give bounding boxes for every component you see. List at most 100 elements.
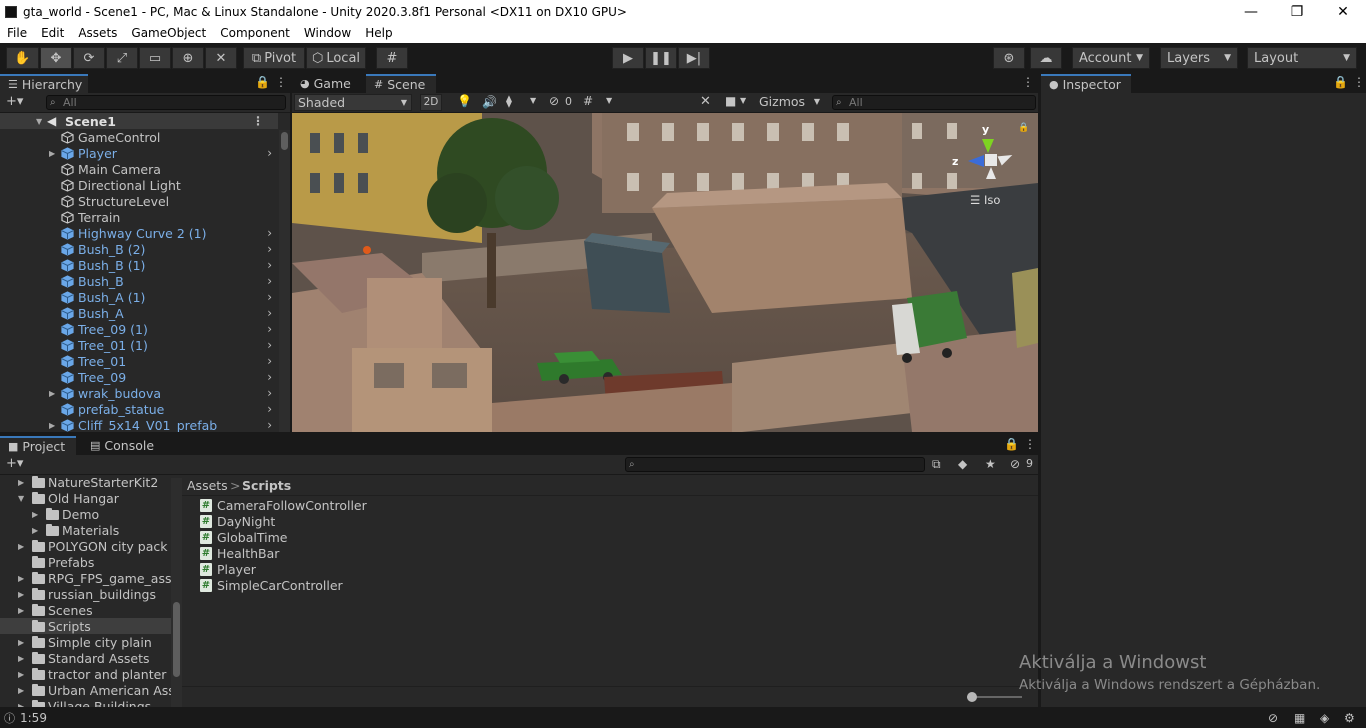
hierarchy-search-input[interactable]: ⌕ All: [46, 95, 286, 110]
kebab-menu-icon[interactable]: ⋮: [275, 75, 287, 89]
tab-project[interactable]: ■ Project: [0, 436, 76, 455]
hierarchy-item[interactable]: Tree_09 (1) ›: [0, 321, 278, 337]
fold-arrow-icon[interactable]: ▶: [18, 654, 24, 663]
chevron-down-icon[interactable]: ▼: [606, 96, 612, 105]
kebab-menu-icon[interactable]: ⋮: [252, 114, 264, 128]
project-folder-item[interactable]: ▶ POLYGON city pack: [0, 538, 171, 554]
kebab-menu-icon[interactable]: ⋮: [1022, 75, 1034, 89]
z-axis-cone[interactable]: [968, 155, 984, 167]
tools-icon[interactable]: ✕: [700, 94, 711, 109]
y-axis-cone[interactable]: [982, 139, 994, 153]
project-folder-item[interactable]: ▶ Materials: [0, 522, 171, 538]
project-folder-item[interactable]: ▼ Old Hangar: [0, 490, 171, 506]
create-plus-icon[interactable]: +▾: [6, 94, 23, 109]
auto-generate-lighting-icon[interactable]: ⊘: [1268, 711, 1278, 725]
project-folder-item[interactable]: ▶ Standard Assets: [0, 650, 171, 666]
gizmo-lock-icon[interactable]: 🔒: [1018, 123, 1029, 133]
fold-arrow-icon[interactable]: ▶: [18, 686, 24, 695]
fold-arrow-icon[interactable]: ▶: [49, 149, 55, 158]
debug-icon[interactable]: ⚙: [1344, 711, 1355, 725]
script-file-item[interactable]: # HealthBar: [200, 545, 279, 561]
chevron-right-icon[interactable]: ›: [267, 146, 272, 160]
audio-icon[interactable]: 🔊: [482, 95, 497, 109]
script-file-item[interactable]: # GlobalTime: [200, 529, 287, 545]
2d-toggle[interactable]: 2D: [420, 94, 442, 111]
menu-edit[interactable]: Edit: [34, 26, 71, 40]
lock-icon[interactable]: 🔒: [255, 75, 270, 89]
hidden-eye-icon[interactable]: ⊘: [549, 94, 559, 108]
hierarchy-item[interactable]: Terrain: [0, 209, 278, 225]
grid-visibility-icon[interactable]: #: [583, 94, 593, 108]
chevron-right-icon[interactable]: ›: [267, 370, 272, 384]
tab-console[interactable]: ▤ Console: [82, 436, 162, 455]
rotate-tool-button[interactable]: ⟳: [73, 47, 105, 69]
script-file-item[interactable]: # DayNight: [200, 513, 275, 529]
kebab-menu-icon[interactable]: ⋮: [1024, 437, 1036, 451]
hierarchy-item[interactable]: Main Camera: [0, 161, 278, 177]
hierarchy-item[interactable]: prefab_statue ›: [0, 401, 278, 417]
shading-dropdown[interactable]: Shaded ▼: [294, 94, 412, 111]
neg-y-axis-cone[interactable]: [986, 167, 996, 179]
hierarchy-item[interactable]: ▶ Cliff_5x14_V01_prefab ›: [0, 417, 278, 433]
lighting-icon[interactable]: 💡: [457, 94, 472, 108]
play-button[interactable]: ▶: [612, 47, 644, 69]
lock-icon[interactable]: 🔒: [1333, 75, 1348, 89]
chevron-right-icon[interactable]: ›: [267, 418, 272, 432]
custom-tool-button[interactable]: ✕: [205, 47, 237, 69]
hierarchy-item[interactable]: StructureLevel: [0, 193, 278, 209]
chevron-right-icon[interactable]: ›: [267, 274, 272, 288]
chevron-right-icon[interactable]: ›: [267, 290, 272, 304]
kebab-menu-icon[interactable]: ⋮: [1353, 75, 1365, 89]
project-folder-item[interactable]: ▶ tractor and planter: [0, 666, 171, 682]
slider-handle[interactable]: [967, 692, 977, 702]
gizmos-dropdown[interactable]: Gizmos ▼: [754, 94, 822, 111]
project-folder-item[interactable]: Prefabs: [0, 554, 171, 570]
hierarchy-item[interactable]: Highway Curve 2 (1) ›: [0, 225, 278, 241]
hierarchy-item[interactable]: Tree_09 ›: [0, 369, 278, 385]
menu-assets[interactable]: Assets: [71, 26, 124, 40]
gizmo-center-cube[interactable]: [985, 154, 997, 166]
cloud-button[interactable]: ☁: [1030, 47, 1062, 69]
hierarchy-item[interactable]: Bush_B ›: [0, 273, 278, 289]
menu-window[interactable]: Window: [297, 26, 358, 40]
tag-icon[interactable]: ◆: [958, 457, 967, 471]
tab-scene[interactable]: # Scene: [366, 74, 436, 93]
fold-arrow-icon[interactable]: ▶: [49, 389, 55, 398]
close-button[interactable]: ✕: [1320, 0, 1366, 23]
chevron-right-icon[interactable]: ›: [267, 242, 272, 256]
local-toggle[interactable]: ⬡ Local: [306, 47, 366, 69]
fold-arrow-icon[interactable]: ▶: [32, 510, 38, 519]
project-folder-item[interactable]: ▶ Scenes: [0, 602, 171, 618]
pause-button[interactable]: ❚❚: [645, 47, 677, 69]
camera-icon[interactable]: ■: [725, 94, 736, 108]
menu-file[interactable]: File: [0, 26, 34, 40]
lock-icon[interactable]: 🔒: [1004, 437, 1019, 451]
chevron-right-icon[interactable]: ›: [267, 306, 272, 320]
hierarchy-item[interactable]: Tree_01 ›: [0, 353, 278, 369]
script-file-item[interactable]: # CameraFollowController: [200, 497, 367, 513]
project-folder-item[interactable]: ▶ Urban American Asse: [0, 682, 183, 698]
x-axis-cone[interactable]: [997, 150, 1015, 166]
hierarchy-item[interactable]: Bush_A ›: [0, 305, 278, 321]
hierarchy-item[interactable]: Tree_01 (1) ›: [0, 337, 278, 353]
hierarchy-item[interactable]: Bush_B (2) ›: [0, 241, 278, 257]
account-dropdown[interactable]: Account ▼: [1072, 47, 1150, 69]
fold-arrow-icon[interactable]: ▶: [18, 638, 24, 647]
pivot-toggle[interactable]: ⧉ Pivot: [243, 47, 305, 69]
script-file-item[interactable]: # Player: [200, 561, 256, 577]
fold-arrow-icon[interactable]: ▼: [18, 494, 24, 503]
project-tree-scrollbar[interactable]: [171, 478, 182, 707]
layers-dropdown[interactable]: Layers ▼: [1160, 47, 1238, 69]
favorite-star-icon[interactable]: ★: [985, 457, 996, 471]
chevron-down-icon[interactable]: ▼: [530, 96, 536, 105]
menu-help[interactable]: Help: [358, 26, 399, 40]
hierarchy-scene-row[interactable]: ▼ ◀ Scene1 ⋮: [0, 113, 278, 129]
fold-arrow-icon[interactable]: ▶: [18, 670, 24, 679]
chevron-right-icon[interactable]: ›: [267, 354, 272, 368]
layout-dropdown[interactable]: Layout ▼: [1247, 47, 1357, 69]
chevron-right-icon[interactable]: ›: [267, 386, 272, 400]
tab-game[interactable]: ◕ Game: [292, 74, 364, 93]
cache-icon[interactable]: ▦: [1294, 711, 1305, 725]
chevron-right-icon[interactable]: ›: [267, 338, 272, 352]
scene-search-input[interactable]: ⌕ All: [832, 95, 1036, 110]
